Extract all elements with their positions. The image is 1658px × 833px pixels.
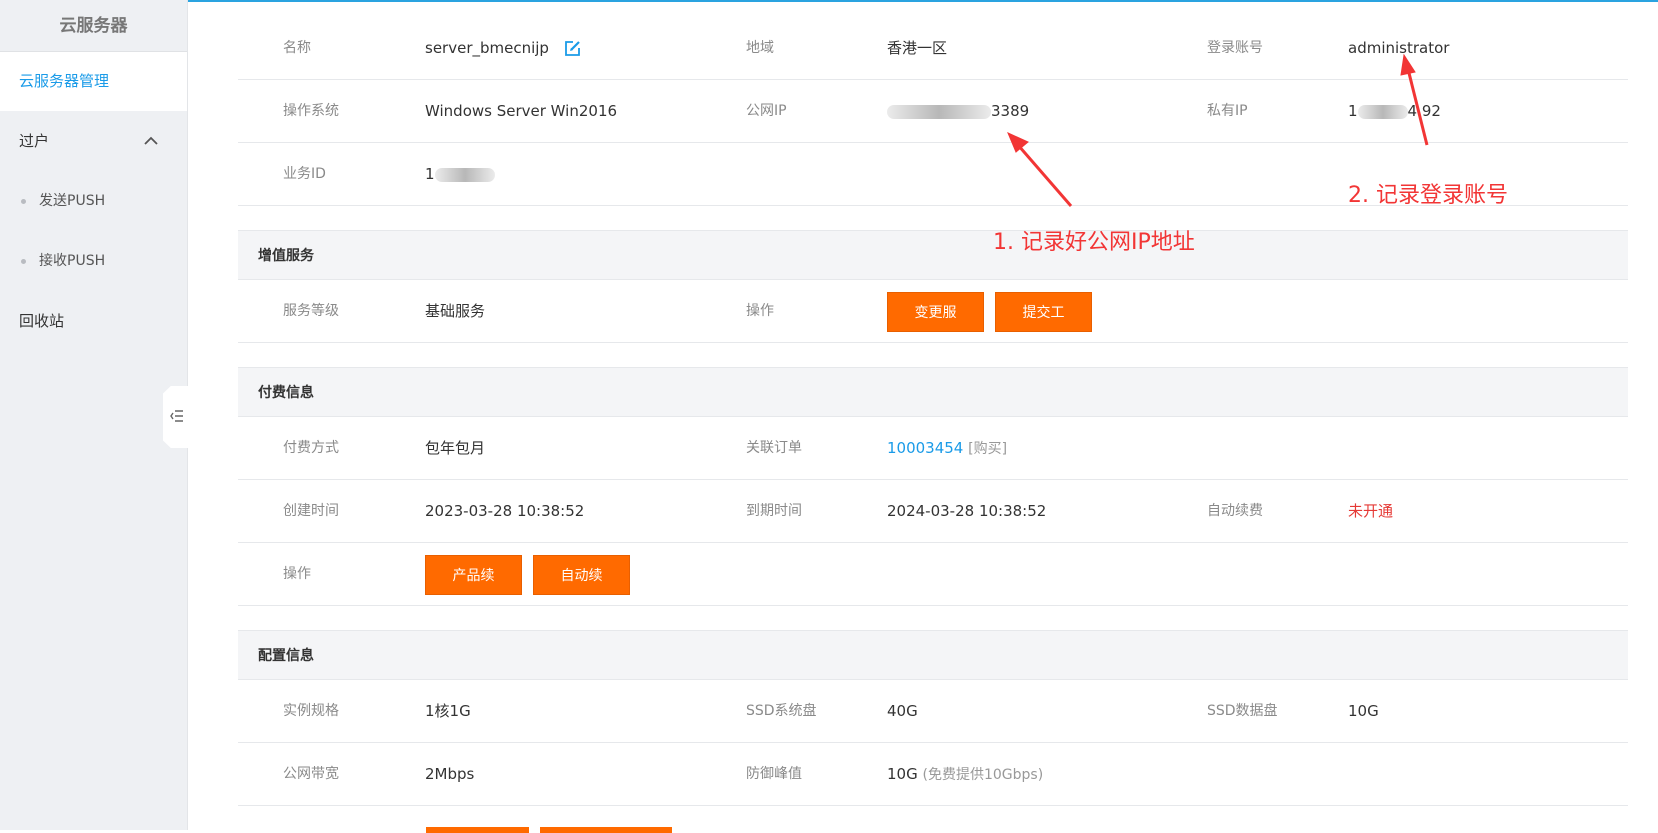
- annotation-arrows: [1007, 53, 1429, 207]
- arrow-to-login-account: [1406, 68, 1429, 146]
- arrow-head: [1400, 53, 1416, 76]
- annotation-note-public-ip: 1. 记录好公网IP地址: [993, 230, 1195, 255]
- arrow-to-public-ip: [1016, 144, 1073, 207]
- arrow-head: [1007, 132, 1029, 153]
- annotation-note-login-account: 2. 记录登录账号: [1348, 183, 1508, 208]
